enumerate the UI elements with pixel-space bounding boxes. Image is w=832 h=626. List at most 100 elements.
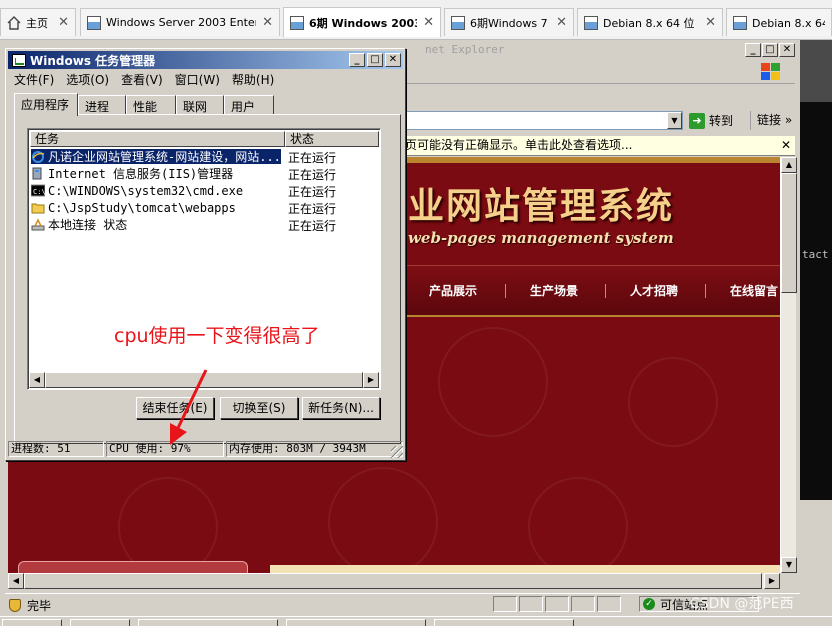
menu-help[interactable]: 帮助(H) — [226, 71, 280, 88]
vm-tab-strip: 主页 ✕ Windows Server 2003 Enterpr... ✕ 6期… — [0, 0, 832, 40]
close-button[interactable]: ✕ — [779, 43, 795, 57]
close-button[interactable]: ✕ — [385, 53, 401, 67]
information-bar[interactable]: 页可能没有正确显示。单击此处查看选项... ✕ — [405, 136, 795, 156]
scroll-thumb[interactable] — [24, 573, 762, 589]
task-status: 正在运行 — [288, 202, 337, 216]
scroll-left-icon[interactable]: ◀ — [29, 372, 45, 388]
task-row[interactable]: C:\ C:\WINDOWS\system32\cmd.exe 正在运行 — [31, 182, 379, 199]
task-list[interactable]: 任务 状态 凡诺企业网站管理系统-网站建设，网站... 正在运行 Interne… — [27, 128, 381, 390]
nav-link-products[interactable]: 产品展示 — [429, 282, 477, 299]
console-titlebar — [800, 40, 832, 102]
vm-tab-6qi-windows-7[interactable]: 6期Windows 7 ✕ — [444, 8, 574, 36]
taskbar-button[interactable] — [286, 619, 426, 626]
close-icon[interactable]: ✕ — [705, 15, 716, 30]
site-title: 业网站管理系统 — [408, 185, 675, 227]
task-manager-menubar: 文件(F) 选项(O) 查看(V) 窗口(W) 帮助(H) — [8, 70, 403, 88]
console-bottom — [800, 500, 832, 616]
decorative-pattern — [118, 477, 218, 573]
nav-link-jobs[interactable]: 人才招聘 — [630, 282, 678, 299]
column-header-task[interactable]: 任务 — [30, 131, 285, 147]
close-icon[interactable]: ✕ — [58, 15, 69, 30]
task-row[interactable]: 本地连接 状态 正在运行 — [31, 216, 379, 233]
close-icon[interactable]: ✕ — [556, 15, 567, 30]
vm-icon — [733, 15, 747, 30]
scroll-right-icon[interactable]: ▶ — [363, 372, 379, 388]
vm-tab-windows-server-2003[interactable]: Windows Server 2003 Enterpr... ✕ — [80, 8, 280, 36]
task-manager-title-bar[interactable]: Windows 任务管理器 _ □ ✕ — [8, 51, 403, 69]
dropdown-arrow-icon[interactable]: ▼ — [667, 112, 682, 129]
taskbar — [0, 616, 832, 626]
task-row[interactable]: C:\JspStudy\tomcat\webapps 正在运行 — [31, 199, 379, 216]
nav-separator — [605, 284, 606, 298]
scroll-down-icon[interactable]: ▼ — [781, 557, 797, 573]
taskbar-button[interactable] — [138, 619, 278, 626]
cpu-usage: CPU 使用: 97% — [106, 441, 224, 457]
task-name: 本地连接 状态 — [48, 218, 128, 232]
task-manager-title: Windows 任务管理器 — [30, 53, 156, 68]
task-name: 凡诺企业网站管理系统-网站建设，网站... — [48, 150, 281, 164]
resize-grip-icon[interactable] — [391, 446, 403, 458]
scroll-thumb[interactable] — [781, 173, 797, 293]
close-icon[interactable]: ✕ — [423, 15, 434, 30]
tab-networking[interactable]: 联网 — [176, 95, 224, 115]
horizontal-scrollbar[interactable]: ◀ ▶ — [8, 573, 780, 589]
switch-to-button[interactable]: 切换至(S) — [220, 397, 298, 419]
maximize-button[interactable]: □ — [762, 43, 778, 57]
taskbar-button[interactable] — [434, 619, 574, 626]
shield-icon — [9, 599, 21, 612]
menu-options[interactable]: 选项(O) — [60, 71, 115, 88]
ie-title-text: net Explorer — [425, 43, 505, 56]
scroll-left-icon[interactable]: ◀ — [8, 573, 24, 589]
annotation-text: cpu使用一下变得很高了 — [114, 325, 320, 347]
vm-tab-6qi-windows-2003[interactable]: 6期 Windows 2003 ✕ — [283, 7, 441, 37]
iis-icon — [32, 167, 42, 180]
vm-tab-debian-1[interactable]: Debian 8.x 64 位 ✕ — [577, 8, 723, 36]
taskbar-button[interactable] — [70, 619, 130, 626]
minimize-button[interactable]: _ — [349, 53, 365, 67]
goto-button[interactable]: ➜ 转到 — [689, 111, 733, 130]
tab-users[interactable]: 用户 — [224, 95, 274, 115]
menu-file[interactable]: 文件(F) — [8, 71, 60, 88]
task-row[interactable]: 凡诺企业网站管理系统-网站建设，网站... 正在运行 — [31, 148, 379, 165]
scroll-up-icon[interactable]: ▲ — [781, 157, 797, 173]
vm-tab-home[interactable]: 主页 ✕ — [0, 8, 76, 36]
network-icon — [31, 218, 45, 231]
address-input[interactable]: ▼ — [405, 111, 683, 130]
nav-link-production[interactable]: 生产场景 — [530, 282, 578, 299]
column-header-status[interactable]: 状态 — [285, 131, 379, 147]
scroll-thumb[interactable] — [45, 372, 363, 388]
maximize-button[interactable]: □ — [367, 53, 383, 67]
go-arrow-icon: ➜ — [689, 112, 705, 129]
end-task-button[interactable]: 结束任务(E) — [136, 397, 214, 419]
tab-performance[interactable]: 性能 — [126, 95, 176, 115]
tab-processes[interactable]: 进程 — [78, 95, 126, 115]
vm-tab-debian-2[interactable]: Debian 8.x 64 位 — [726, 8, 832, 36]
close-icon[interactable]: ✕ — [262, 15, 273, 30]
vertical-scrollbar[interactable]: ▲ ▼ — [780, 157, 797, 573]
minimize-button[interactable]: _ — [745, 43, 761, 57]
scroll-right-icon[interactable]: ▶ — [764, 573, 780, 589]
vm-icon — [87, 15, 101, 30]
close-icon[interactable]: ✕ — [781, 136, 791, 155]
links-button[interactable]: 链接 » — [750, 111, 792, 130]
svg-text:C:\: C:\ — [33, 188, 45, 196]
tab-applications[interactable]: 应用程序 — [14, 93, 78, 116]
task-name: C:\WINDOWS\system32\cmd.exe — [48, 183, 244, 198]
task-name: Internet 信息服务(IIS)管理器 — [48, 167, 234, 181]
windows-logo-icon — [761, 63, 781, 81]
new-task-button[interactable]: 新任务(N)... — [302, 397, 380, 419]
list-horizontal-scrollbar[interactable]: ◀ ▶ — [29, 372, 379, 388]
goto-label: 转到 — [709, 114, 734, 128]
taskbar-button[interactable] — [2, 619, 62, 626]
menu-view[interactable]: 查看(V) — [115, 71, 169, 88]
vm-tab-label: Windows Server 2003 Enterpr... — [106, 16, 256, 29]
decorative-pattern — [438, 327, 548, 437]
links-label: 链接 — [757, 113, 782, 127]
task-row[interactable]: Internet 信息服务(IIS)管理器 正在运行 — [31, 165, 379, 182]
menu-window[interactable]: 窗口(W) — [169, 71, 226, 88]
task-status: 正在运行 — [288, 151, 337, 165]
status-cell — [571, 596, 595, 612]
status-done: 完毕 — [9, 597, 51, 614]
nav-link-guestbook[interactable]: 在线留言 — [730, 282, 778, 299]
vm-tab-label: 6期Windows 7 — [470, 16, 548, 30]
